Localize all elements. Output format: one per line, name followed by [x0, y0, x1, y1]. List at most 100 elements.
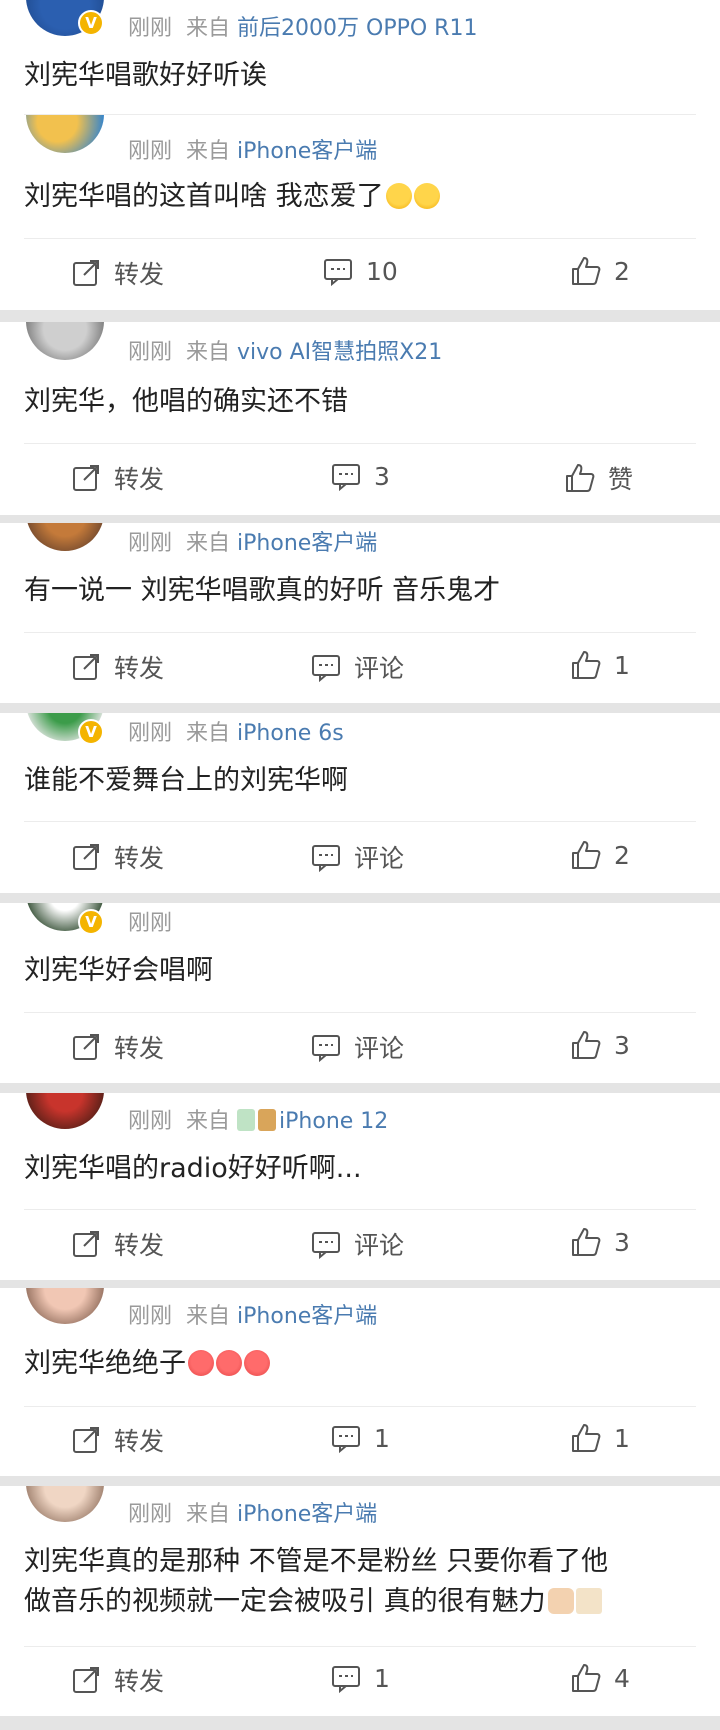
divider	[24, 632, 696, 633]
comment-button[interactable]: 10	[322, 255, 398, 287]
avatar[interactable]	[26, 322, 104, 360]
comment-button[interactable]: 评论	[310, 839, 404, 875]
repost-button[interactable]: 转发	[70, 460, 164, 496]
comment-meta: 刚刚 来自 iPhone客户端	[128, 1496, 377, 1528]
repost-icon	[73, 1034, 99, 1060]
comment-card: 刚刚 来自 iPhone客户端 刘宪华真的是那种 不管是不是粉丝 只要你看了他 做…	[0, 1486, 720, 1716]
source-link[interactable]: vivo AI智慧拍照X21	[237, 340, 442, 365]
comment-meta: 刚刚 来自 vivo AI智慧拍照X21	[128, 334, 442, 366]
repost-button[interactable]: 转发	[70, 839, 164, 875]
comment-meta: 刚刚 来自 iPhone客户端	[128, 525, 377, 557]
comment-meta: 刚刚 来自 iPhone客户端	[128, 133, 377, 165]
repost-icon	[73, 1231, 99, 1257]
comment-card: V 刚刚 刘宪华好会唱啊 转发 评论 3	[0, 903, 720, 1083]
comment-text: 有一说一 刘宪华唱歌真的好听 音乐鬼才	[24, 575, 501, 606]
comment-icon	[332, 464, 360, 492]
card-separator	[0, 1083, 720, 1093]
like-button[interactable]: 3	[570, 1226, 630, 1258]
source-link[interactable]: iPhone客户端	[237, 1502, 377, 1527]
repost-button[interactable]: 转发	[70, 649, 164, 685]
comment-icon	[324, 259, 352, 287]
like-button[interactable]: 1	[570, 649, 630, 681]
thumbs-up-emoji-icon	[547, 1588, 574, 1614]
repost-button[interactable]: 转发	[70, 1422, 164, 1458]
source-prefix: 来自	[186, 531, 231, 556]
card-separator	[0, 515, 720, 523]
like-button[interactable]: 2	[570, 255, 630, 287]
timestamp: 刚刚	[128, 1304, 173, 1329]
card-separator	[0, 1280, 720, 1288]
avatar[interactable]	[26, 1486, 104, 1522]
source-link[interactable]: iPhone 6s	[237, 721, 344, 746]
source-prefix: 来自	[186, 16, 231, 41]
comment-button[interactable]: 评论	[310, 1029, 404, 1065]
like-button[interactable]: 4	[570, 1662, 630, 1694]
repost-icon	[73, 1427, 99, 1453]
source-prefix: 来自	[186, 1109, 231, 1134]
comment-button[interactable]: 1	[330, 1662, 390, 1694]
repost-button[interactable]: 转发	[70, 255, 164, 291]
source-link[interactable]: iPhone客户端	[237, 139, 377, 164]
comment-card: 刚刚 来自 vivo AI智慧拍照X21 刘宪华，他唱的确实还不错 转发 3 赞	[0, 322, 720, 515]
repost-icon	[73, 1667, 99, 1693]
comment-card: V 刚刚 来自 前后2000万 OPPO R11 刘宪华唱歌好好听诶	[0, 0, 720, 115]
like-button[interactable]: 1	[570, 1422, 630, 1454]
divider	[24, 1209, 696, 1210]
verified-badge-icon: V	[78, 10, 104, 36]
timestamp: 刚刚	[128, 531, 173, 556]
repost-button[interactable]: 转发	[70, 1662, 164, 1698]
like-button[interactable]: 2	[570, 839, 630, 871]
comment-icon	[312, 655, 340, 683]
card-separator	[0, 310, 720, 322]
like-icon	[566, 464, 595, 492]
avatar[interactable]	[26, 115, 104, 153]
source-prefix: 来自	[186, 139, 231, 164]
comment-button[interactable]: 1	[330, 1422, 390, 1454]
avatar[interactable]	[26, 1288, 104, 1324]
comment-text: 刘宪华绝绝子	[24, 1344, 696, 1384]
heart-eyes-emoji-icon	[188, 1350, 214, 1376]
comment-card: 刚刚 来自 iPhone 12 刘宪华唱的radio好好听啊... 转发 评论 3	[0, 1093, 720, 1280]
source-link[interactable]: 前后2000万 OPPO R11	[237, 16, 477, 41]
comment-icon	[312, 845, 340, 873]
comment-text: 刘宪华好会唱啊	[24, 955, 213, 986]
source-link[interactable]: iPhone 12	[279, 1109, 388, 1134]
comment-feed: V 刚刚 来自 前后2000万 OPPO R11 刘宪华唱歌好好听诶 刚刚 来自 i…	[0, 0, 720, 1730]
laugh-cry-emoji-icon	[413, 183, 440, 209]
like-button[interactable]: 3	[570, 1029, 630, 1061]
source-prefix: 来自	[186, 721, 231, 746]
comment-button[interactable]: 评论	[310, 1226, 404, 1262]
avatar[interactable]	[26, 523, 104, 551]
source-link[interactable]: iPhone客户端	[237, 531, 377, 556]
comment-icon	[332, 1666, 360, 1694]
repost-icon	[73, 844, 99, 870]
heart-eyes-emoji-icon	[244, 1350, 270, 1376]
divider	[24, 1646, 696, 1647]
comment-meta: 刚刚 来自 iPhone 6s	[128, 715, 344, 747]
comment-card: 刚刚 来自 iPhone客户端 刘宪华唱的这首叫啥 我恋爱了 转发 10 2	[0, 115, 720, 310]
comment-text: 刘宪华唱歌好好听诶	[24, 60, 267, 91]
repost-button[interactable]: 转发	[70, 1029, 164, 1065]
like-icon	[572, 1031, 601, 1059]
comment-card: V 刚刚 来自 iPhone 6s 谁能不爱舞台上的刘宪华啊 转发 评论 2	[0, 713, 720, 893]
like-icon	[572, 841, 601, 869]
timestamp: 刚刚	[128, 139, 173, 164]
like-icon	[572, 1424, 601, 1452]
divider	[24, 1012, 696, 1013]
timestamp: 刚刚	[128, 1502, 173, 1527]
avatar[interactable]	[26, 1093, 104, 1129]
comment-button[interactable]: 3	[330, 460, 390, 492]
card-separator	[0, 1476, 720, 1486]
like-icon	[572, 257, 601, 285]
comment-text: 刘宪华，他唱的确实还不错	[24, 386, 348, 417]
repost-icon	[73, 654, 99, 680]
comment-text: 谁能不爱舞台上的刘宪华啊	[24, 765, 348, 796]
like-icon	[572, 1228, 601, 1256]
comment-button[interactable]: 评论	[310, 649, 404, 685]
like-button[interactable]: 赞	[564, 460, 633, 496]
repost-button[interactable]: 转发	[70, 1226, 164, 1262]
source-prefix: 来自	[186, 340, 231, 365]
source-link[interactable]: iPhone客户端	[237, 1304, 377, 1329]
timestamp: 刚刚	[128, 721, 173, 746]
timestamp: 刚刚	[128, 1109, 173, 1134]
